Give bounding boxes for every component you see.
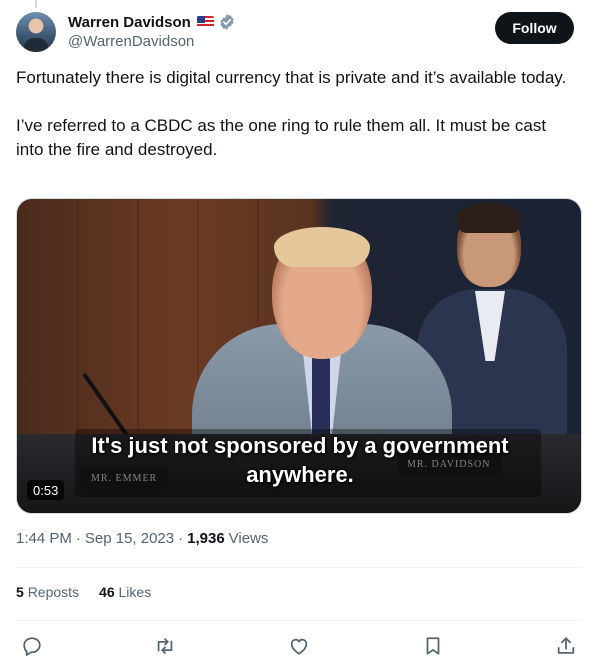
author-display-name[interactable]: Warren Davidson [68, 14, 191, 31]
us-flag-icon [196, 16, 214, 28]
follow-button[interactable]: Follow [495, 12, 574, 44]
tweet-text: Fortunately there is digital currency th… [16, 66, 576, 162]
repost-icon[interactable] [153, 634, 177, 658]
share-icon[interactable] [554, 634, 578, 658]
video-player[interactable]: MR. EMMER MR. DAVIDSON It's just not spo… [16, 198, 582, 514]
avatar[interactable] [16, 12, 56, 52]
tweet-meta: 1:44 PM · Sep 15, 2023 · 1,936 Views [16, 530, 268, 547]
tweet-paragraph: Fortunately there is digital currency th… [16, 68, 567, 87]
tweet-paragraph: I’ve referred to a CBDC as the one ring … [16, 116, 547, 159]
views-count: 1,936 [187, 530, 225, 547]
reposts-count: 5 [16, 584, 24, 600]
verified-badge-icon[interactable] [218, 13, 236, 31]
likes-label: Likes [118, 584, 152, 600]
meta-separator: · [178, 530, 184, 547]
author-handle[interactable]: @WarrenDavidson [68, 33, 194, 50]
action-bar [0, 630, 598, 660]
author-name-row: Warren Davidson [68, 13, 236, 31]
likes-count: 46 [99, 584, 115, 600]
likes-stat[interactable]: 46 Likes [99, 584, 151, 600]
caption-line-1: It's just not sponsored by a government [91, 433, 509, 458]
divider [16, 620, 582, 621]
tweet-date[interactable]: Sep 15, 2023 [85, 530, 174, 547]
engagement-stats: 5 Reposts 46 Likes [16, 584, 151, 600]
divider [16, 567, 582, 568]
reply-icon[interactable] [20, 634, 44, 658]
bookmark-icon[interactable] [421, 634, 445, 658]
reposts-stat[interactable]: 5 Reposts [16, 584, 79, 600]
meta-separator: · [75, 530, 81, 547]
tweet-time[interactable]: 1:44 PM [16, 530, 72, 547]
reposts-label: Reposts [27, 584, 80, 600]
caption-line-2: anywhere. [246, 462, 354, 487]
views-label: Views [228, 530, 269, 547]
video-caption: It's just not sponsored by a government … [17, 431, 581, 489]
like-icon[interactable] [287, 634, 311, 658]
video-duration-badge: 0:53 [27, 480, 65, 500]
thread-connector-line [35, 0, 37, 8]
